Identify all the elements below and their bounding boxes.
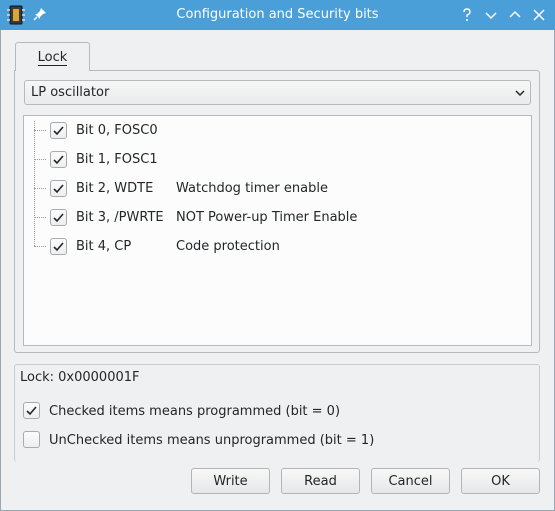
legend-checkbox-unchecked[interactable] [23, 431, 40, 448]
bit-description: NOT Power-up Timer Enable [176, 210, 358, 225]
tab-lock[interactable]: Lock [15, 42, 90, 71]
oscillator-select[interactable]: LP oscillator [24, 80, 531, 105]
bit-name: Bit 4, CP [76, 239, 132, 254]
bit-name: Bit 1, FOSC1 [76, 152, 158, 167]
checkmark-icon [53, 242, 64, 252]
write-button[interactable]: Write [191, 468, 270, 494]
checkbox-bit0[interactable] [50, 122, 67, 139]
legend-label: UnChecked items means unprogrammed (bit … [49, 433, 375, 448]
bit-description: Watchdog timer enable [176, 181, 328, 196]
chevron-down-icon [515, 90, 525, 97]
help-icon[interactable] [458, 6, 476, 24]
checkmark-icon [53, 213, 64, 223]
oscillator-select-value: LP oscillator [31, 85, 110, 100]
checkbox-bit1[interactable] [50, 151, 67, 168]
tree-item-bit4[interactable]: Bit 4, CP Code protection [24, 233, 529, 259]
ok-button[interactable]: OK [461, 468, 540, 494]
tree-item-bit3[interactable]: Bit 3, /PWRTE NOT Power-up Timer Enable [24, 204, 529, 230]
legend-checkbox-checked[interactable] [23, 402, 40, 419]
tab-lock-label: Lock [37, 50, 68, 66]
lock-value: Lock: 0x0000001F [20, 370, 140, 385]
checkmark-icon [53, 126, 64, 136]
legend-unchecked[interactable]: UnChecked items means unprogrammed (bit … [23, 430, 503, 450]
legend-checked[interactable]: Checked items means programmed (bit = 0) [23, 401, 503, 421]
legend-label: Checked items means programmed (bit = 0) [49, 404, 341, 419]
checkmark-icon [26, 406, 37, 416]
checkmark-icon [53, 184, 64, 194]
bit-name: Bit 0, FOSC0 [76, 123, 158, 138]
checkbox-bit2[interactable] [50, 180, 67, 197]
tree-item-bit0[interactable]: Bit 0, FOSC0 [24, 117, 529, 143]
bits-tree: Bit 0, FOSC0 Bit 1, FOSC1 Bit 2, WDTE Wa… [23, 115, 532, 346]
read-button[interactable]: Read [281, 468, 360, 494]
cancel-button[interactable]: Cancel [371, 468, 450, 494]
minimize-icon[interactable] [482, 6, 500, 24]
tree-item-bit2[interactable]: Bit 2, WDTE Watchdog timer enable [24, 175, 529, 201]
tree-item-bit1[interactable]: Bit 1, FOSC1 [24, 146, 529, 172]
bit-name: Bit 3, /PWRTE [76, 210, 164, 225]
checkbox-bit4[interactable] [50, 238, 67, 255]
close-icon[interactable] [530, 6, 548, 24]
bit-name: Bit 2, WDTE [76, 181, 154, 196]
window-border-left [0, 30, 1, 511]
checkmark-icon [53, 155, 64, 165]
maximize-icon[interactable] [506, 6, 524, 24]
title-bar: Configuration and Security bits [0, 0, 555, 30]
bit-description: Code protection [176, 239, 280, 254]
checkbox-bit3[interactable] [50, 209, 67, 226]
